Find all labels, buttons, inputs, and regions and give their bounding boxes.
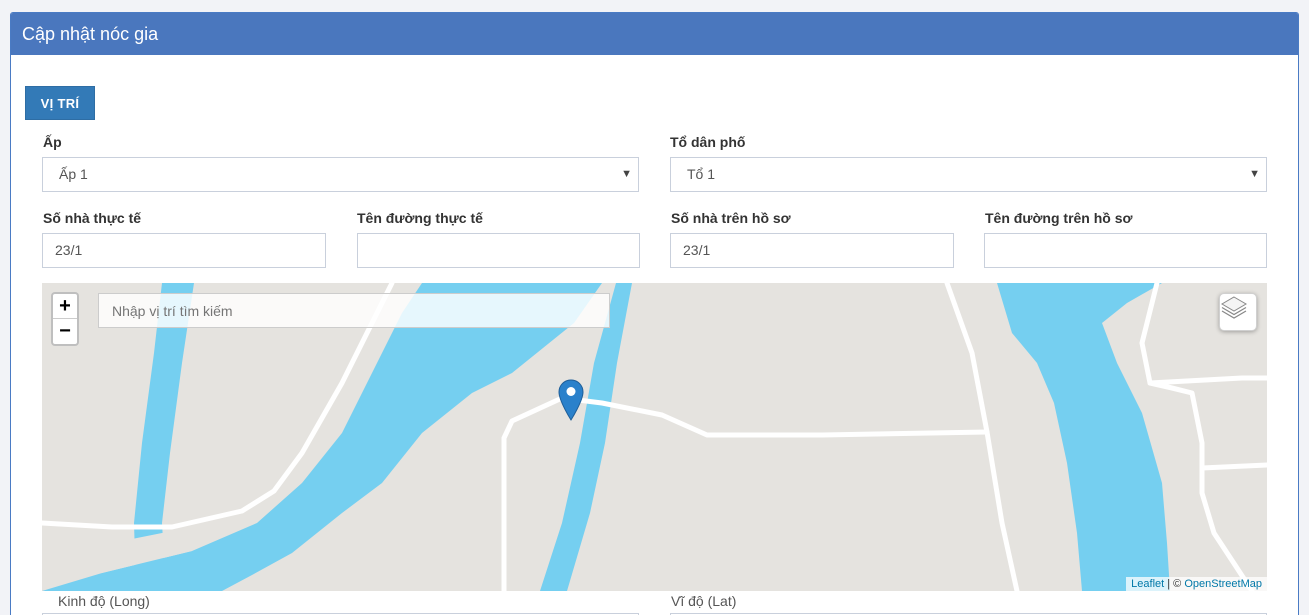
openstreetmap-link[interactable]: OpenStreetMap (1184, 578, 1262, 590)
zoom-out-button[interactable]: − (53, 319, 77, 344)
update-household-panel: Cập nhật nóc gia VỊ TRÍ Ấp Ấp 1 ▼ Tổ dân… (10, 12, 1299, 615)
panel-title: Cập nhật nóc gia (11, 13, 1298, 55)
so-nha-thuc-te-input[interactable]: 23/1 (42, 233, 326, 268)
map-search-input[interactable] (98, 293, 610, 328)
so-nha-ho-so-input[interactable]: 23/1 (670, 233, 954, 268)
layers-button[interactable] (1219, 293, 1257, 331)
to-dan-pho-label: Tổ dân phố (670, 134, 746, 150)
ap-select[interactable]: Ấp 1 ▼ (42, 157, 639, 192)
attribution-separator: | © (1164, 578, 1185, 590)
map-attribution: Leaflet | © OpenStreetMap (1126, 577, 1267, 591)
ten-duong-thuc-te-label: Tên đường thực tế (357, 210, 483, 226)
kinh-do-label: Kinh độ (Long) (58, 593, 150, 609)
caret-down-icon: ▼ (1249, 168, 1260, 180)
to-dan-pho-select[interactable]: Tổ 1 ▼ (670, 157, 1267, 192)
caret-down-icon: ▼ (621, 168, 632, 180)
tab-position[interactable]: VỊ TRÍ (25, 86, 95, 120)
zoom-control: + − (51, 292, 79, 346)
ap-select-value: Ấp 1 (59, 166, 88, 182)
ap-label: Ấp (43, 134, 62, 150)
map-marker-icon[interactable] (558, 379, 584, 421)
so-nha-thuc-te-label: Số nhà thực tế (43, 210, 142, 226)
so-nha-ho-so-label: Số nhà trên hồ sơ (671, 210, 791, 226)
layers-icon (1221, 296, 1247, 319)
ten-duong-ho-so-input[interactable] (984, 233, 1267, 268)
to-dan-pho-select-value: Tổ 1 (687, 166, 716, 182)
map-tiles (42, 283, 1267, 591)
vi-do-label: Vĩ độ (Lat) (671, 593, 737, 609)
ten-duong-thuc-te-input[interactable] (357, 233, 640, 268)
ten-duong-ho-so-label: Tên đường trên hồ sơ (985, 210, 1133, 226)
map-view[interactable]: + − Leaflet | © OpenStreetMap (42, 283, 1267, 591)
leaflet-link[interactable]: Leaflet (1131, 578, 1164, 590)
zoom-in-button[interactable]: + (53, 294, 77, 319)
